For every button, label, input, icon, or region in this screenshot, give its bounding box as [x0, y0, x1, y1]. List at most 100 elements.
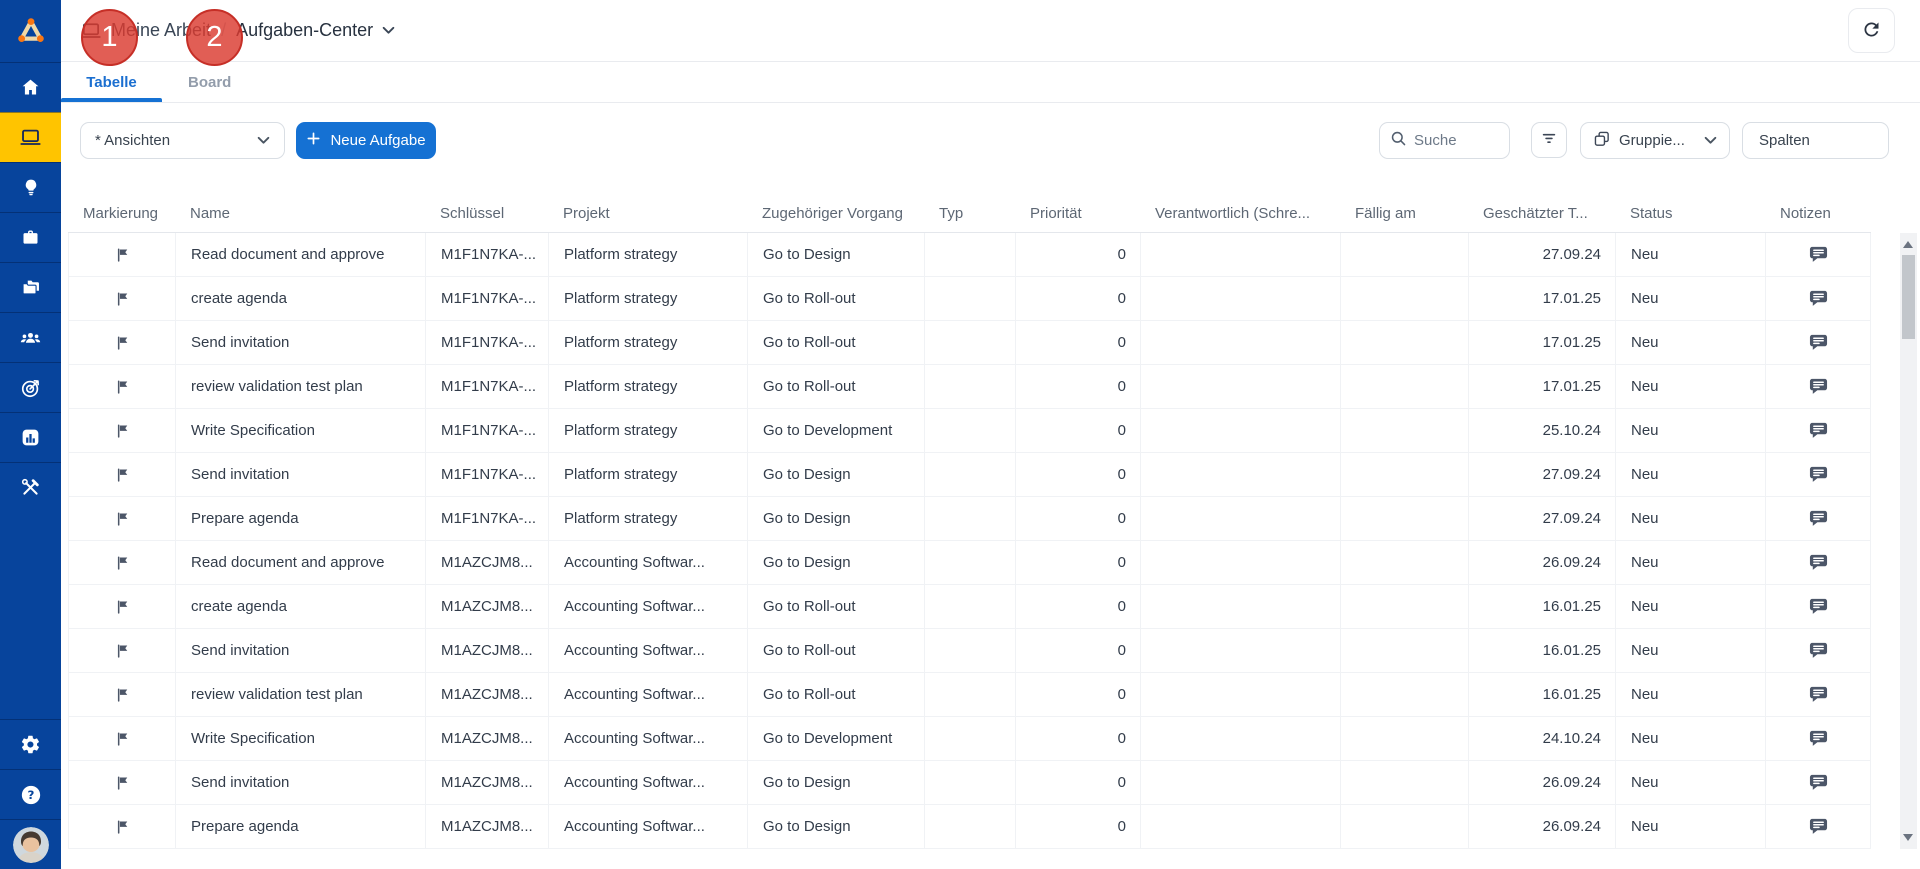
sidebar-item-chart[interactable]: [0, 412, 61, 462]
flag-icon[interactable]: [69, 409, 176, 452]
scrollbar-thumb[interactable]: [1902, 255, 1915, 339]
tab-board[interactable]: Board: [187, 62, 232, 102]
column-header-name[interactable]: Name: [175, 205, 425, 222]
table-row[interactable]: Write SpecificationM1AZCJM8...Accounting…: [69, 717, 1871, 761]
notes-icon[interactable]: [1766, 365, 1871, 408]
notes-icon[interactable]: [1766, 673, 1871, 716]
table-row[interactable]: Send invitationM1F1N7KA-...Platform stra…: [69, 453, 1871, 497]
notes-icon[interactable]: [1766, 453, 1871, 496]
table-row[interactable]: Prepare agendaM1F1N7KA-...Platform strat…: [69, 497, 1871, 541]
flag-icon[interactable]: [69, 497, 176, 540]
table-row[interactable]: review validation test planM1AZCJM8...Ac…: [69, 673, 1871, 717]
columns-button[interactable]: Spalten: [1742, 122, 1889, 159]
table-row[interactable]: Prepare agendaM1AZCJM8...Accounting Soft…: [69, 805, 1871, 849]
table-row[interactable]: Send invitationM1AZCJM8...Accounting Sof…: [69, 761, 1871, 805]
flag-icon[interactable]: [69, 365, 176, 408]
notes-icon[interactable]: [1766, 497, 1871, 540]
flag-icon[interactable]: [69, 541, 176, 584]
column-header-geschaetzt[interactable]: Geschätzter T...: [1468, 205, 1615, 222]
cell-name[interactable]: Write Specification: [176, 409, 426, 452]
cell-name[interactable]: create agenda: [176, 585, 426, 628]
flag-icon[interactable]: [69, 717, 176, 760]
cell-name[interactable]: review validation test plan: [176, 365, 426, 408]
notes-icon[interactable]: [1766, 541, 1871, 584]
tab-tabelle[interactable]: Tabelle: [61, 62, 162, 102]
column-header-verantwortlich[interactable]: Verantwortlich (Schre...: [1140, 205, 1340, 222]
notes-icon[interactable]: [1766, 717, 1871, 760]
flag-icon[interactable]: [69, 805, 176, 848]
new-task-button[interactable]: Neue Aufgabe: [296, 122, 436, 159]
column-header-faellig[interactable]: Fällig am: [1340, 205, 1468, 222]
table-row[interactable]: Send invitationM1AZCJM8...Accounting Sof…: [69, 629, 1871, 673]
notes-icon[interactable]: [1766, 233, 1871, 276]
column-header-status[interactable]: Status: [1615, 205, 1765, 222]
page-title: Aufgaben-Center: [236, 20, 373, 41]
sidebar-item-target[interactable]: [0, 362, 61, 412]
cell-name[interactable]: create agenda: [176, 277, 426, 320]
scrollbar-down-arrow[interactable]: [1903, 834, 1913, 841]
table-row[interactable]: Read document and approveM1F1N7KA-...Pla…: [69, 233, 1871, 277]
sidebar-item-folders[interactable]: [0, 262, 61, 312]
notes-icon[interactable]: [1766, 629, 1871, 672]
column-header-projekt[interactable]: Projekt: [548, 205, 747, 222]
sidebar-item-briefcase[interactable]: [0, 212, 61, 262]
sidebar-item-gear[interactable]: [0, 719, 61, 769]
column-header-markierung[interactable]: Markierung: [68, 205, 175, 222]
cell-typ: [925, 629, 1016, 672]
cell-name[interactable]: Write Specification: [176, 717, 426, 760]
filter-button[interactable]: [1531, 122, 1567, 158]
cell-name[interactable]: Send invitation: [176, 761, 426, 804]
table-row[interactable]: Read document and approveM1AZCJM8...Acco…: [69, 541, 1871, 585]
cell-verantwortlich: [1141, 497, 1341, 540]
cell-name[interactable]: Prepare agenda: [176, 805, 426, 848]
flag-icon[interactable]: [69, 321, 176, 364]
sidebar-item-team[interactable]: [0, 312, 61, 362]
views-dropdown[interactable]: * Ansichten: [80, 122, 285, 159]
column-header-schluessel[interactable]: Schlüssel: [425, 205, 548, 222]
cell-name[interactable]: Send invitation: [176, 321, 426, 364]
cell-name[interactable]: Read document and approve: [176, 541, 426, 584]
search-field[interactable]: [1379, 122, 1510, 159]
sidebar-item-laptop[interactable]: [0, 112, 61, 162]
cell-name[interactable]: Send invitation: [176, 629, 426, 672]
column-header-vorgang[interactable]: Zugehöriger Vorgang: [747, 205, 924, 222]
notes-icon[interactable]: [1766, 277, 1871, 320]
cell-name[interactable]: review validation test plan: [176, 673, 426, 716]
column-header-prioritaet[interactable]: Priorität: [1015, 205, 1140, 222]
scrollbar-up-arrow[interactable]: [1903, 241, 1913, 248]
table-row[interactable]: Write SpecificationM1F1N7KA-...Platform …: [69, 409, 1871, 453]
breadcrumb-parent[interactable]: Meine Arbeit: [111, 20, 211, 41]
cell-typ: [925, 453, 1016, 496]
flag-icon[interactable]: [69, 277, 176, 320]
cell-name[interactable]: Prepare agenda: [176, 497, 426, 540]
group-dropdown[interactable]: Gruppie...: [1580, 122, 1730, 159]
sidebar-item-help[interactable]: ?: [0, 769, 61, 819]
flag-icon[interactable]: [69, 673, 176, 716]
notes-icon[interactable]: [1766, 585, 1871, 628]
notes-icon[interactable]: [1766, 761, 1871, 804]
flag-icon[interactable]: [69, 761, 176, 804]
column-header-notizen[interactable]: Notizen: [1765, 205, 1870, 222]
notes-icon[interactable]: [1766, 805, 1871, 848]
breadcrumb-current[interactable]: Aufgaben-Center: [236, 20, 395, 41]
table-row[interactable]: Send invitationM1F1N7KA-...Platform stra…: [69, 321, 1871, 365]
table-row[interactable]: create agendaM1AZCJM8...Accounting Softw…: [69, 585, 1871, 629]
sidebar-item-tools[interactable]: [0, 462, 61, 512]
sidebar-item-user-avatar[interactable]: [0, 819, 61, 869]
notes-icon[interactable]: [1766, 409, 1871, 452]
sidebar-item-home[interactable]: [0, 62, 61, 112]
notes-icon[interactable]: [1766, 321, 1871, 364]
cell-name[interactable]: Read document and approve: [176, 233, 426, 276]
search-input[interactable]: [1414, 132, 1494, 149]
cell-name[interactable]: Send invitation: [176, 453, 426, 496]
refresh-button[interactable]: [1848, 8, 1895, 53]
table-row[interactable]: create agendaM1F1N7KA-...Platform strate…: [69, 277, 1871, 321]
flag-icon[interactable]: [69, 233, 176, 276]
table-row[interactable]: review validation test planM1F1N7KA-...P…: [69, 365, 1871, 409]
flag-icon[interactable]: [69, 585, 176, 628]
sidebar-item-lightbulb[interactable]: [0, 162, 61, 212]
flag-icon[interactable]: [69, 453, 176, 496]
column-header-typ[interactable]: Typ: [924, 205, 1015, 222]
vertical-scrollbar[interactable]: [1900, 233, 1917, 849]
flag-icon[interactable]: [69, 629, 176, 672]
